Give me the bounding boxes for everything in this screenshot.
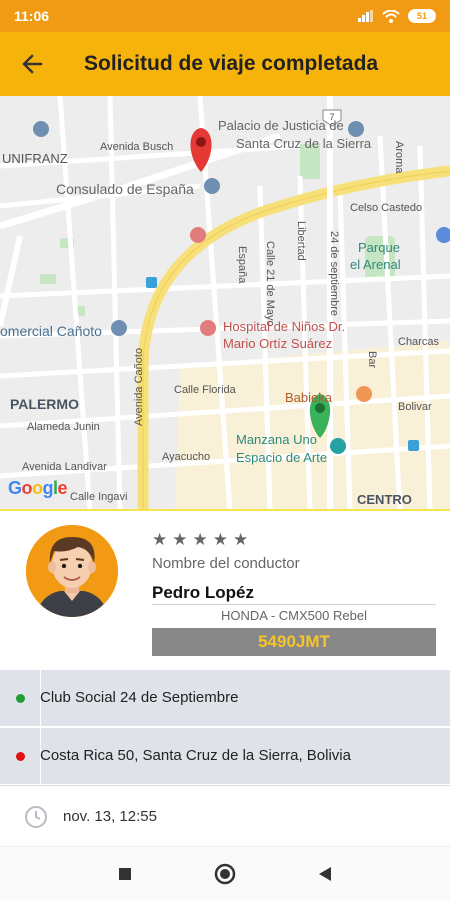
license-plate: 5490JMT [152, 628, 436, 656]
map-label-charcas: Charcas [398, 336, 439, 348]
map-label-hospital-1: Hospital de Niños Dr. [223, 319, 346, 334]
driver-name-label: Nombre del conductor [152, 555, 300, 572]
map-label-ayacucho: Ayacucho [162, 451, 211, 463]
map-label-espana: España [236, 246, 248, 284]
map-label-hospital-2: Mario Ortíz Suárez [223, 336, 333, 351]
home-button[interactable] [210, 859, 240, 889]
map-label-avenida-busch: Avenida Busch [100, 141, 174, 153]
star-icon: ★ [192, 530, 208, 549]
destination-address: Costa Rica 50, Santa Cruz de la Sierra, … [40, 747, 351, 764]
route-origin-row[interactable]: Club Social 24 de Septiembre [0, 669, 450, 726]
back-triangle-icon [319, 866, 331, 881]
map-label-calle-florida: Calle Florida [174, 384, 236, 396]
vehicle-model: HONDA - CMX500 Rebel [221, 608, 367, 623]
driver-divider [152, 604, 436, 605]
system-back-button[interactable] [310, 859, 340, 889]
map-label-consulado: Consulado de España [56, 181, 194, 197]
status-bar: 11:06 51 [0, 0, 450, 32]
map-label-palermo: PALERMO [10, 396, 79, 412]
map-label-unifranz: UNIFRANZ [2, 151, 68, 166]
map-label-babieka: Babieka [285, 390, 332, 405]
origin-dot-icon [16, 694, 25, 703]
status-time: 11:06 [14, 8, 50, 24]
map-label-aroma: Aroma [393, 141, 405, 174]
driver-avatar [26, 525, 118, 617]
recents-square-icon [119, 867, 131, 880]
map-label-libertad: Libertad [295, 221, 307, 261]
map-label-el-arenal: el Arenal [350, 257, 401, 272]
trip-datetime-row: nov. 13, 12:55 [0, 785, 450, 845]
star-icon: ★ [172, 530, 188, 549]
star-icon: ★ [233, 530, 249, 549]
wifi-icon [382, 9, 400, 23]
map-view[interactable]: 7 UNIFRANZ Avenida Busch Palacio de Just… [0, 96, 450, 511]
home-circle-icon [214, 863, 236, 884]
star-icon: ★ [152, 530, 168, 549]
system-nav-bar [0, 846, 450, 900]
app-bar: Solicitud de viaje completada [0, 32, 450, 96]
arrow-back-icon [22, 54, 43, 74]
phone-screen: 11:06 51 Solicitud de viaje completada 7… [0, 0, 450, 900]
driver-name: Pedro Lopéz [152, 583, 255, 602]
recents-button[interactable] [110, 859, 140, 889]
map-label-palacio: Palacio de Justicia de [218, 118, 344, 133]
map-label-calle-21: Calle 21 de Mayo [264, 241, 276, 327]
map-label-santa-cruz: Santa Cruz de la Sierra [236, 136, 372, 151]
map-label-parque: Parque [358, 240, 400, 255]
driver-card: ★ ★ ★ ★ ★ Nombre del conductor Pedro Lop… [0, 511, 450, 669]
map-label-bar: Bar [366, 351, 378, 369]
back-button[interactable] [0, 32, 64, 96]
battery-icon: 51 [408, 9, 436, 23]
map-label-centro: CENTRO [357, 492, 412, 507]
map-label-calle-ingavi: Calle Ingavi [70, 491, 128, 503]
route-destination-row[interactable]: Costa Rica 50, Santa Cruz de la Sierra, … [0, 727, 450, 784]
map-label-comercial: omercial Cañoto [0, 323, 102, 339]
destination-dot-icon [16, 752, 25, 761]
driver-rating: ★ ★ ★ ★ ★ [152, 531, 248, 549]
map-label-avenida-landivar: Avenida Landivar [22, 461, 107, 473]
origin-address: Club Social 24 de Septiembre [40, 689, 239, 706]
star-icon: ★ [212, 530, 228, 549]
status-icons: 51 [358, 9, 436, 23]
page-title: Solicitud de viaje completada [84, 52, 379, 75]
signal-icon [358, 10, 373, 22]
google-logo: Google [8, 478, 68, 498]
map-label-manzana-2: Espacio de Arte [236, 450, 328, 465]
trip-datetime: nov. 13, 12:55 [63, 808, 157, 825]
map-label-avenida-canoto: Avenida Cañoto [133, 347, 145, 426]
map-label-bolivar: Bolivar [398, 401, 432, 413]
map-label-alameda: Alameda Junin [27, 421, 100, 433]
map-label-24-sept: 24 de septiembre [328, 231, 340, 316]
clock-icon [25, 806, 47, 828]
map-label-manzana-1: Manzana Uno [236, 432, 317, 447]
map-label-celso: Celso Castedo [350, 202, 423, 214]
